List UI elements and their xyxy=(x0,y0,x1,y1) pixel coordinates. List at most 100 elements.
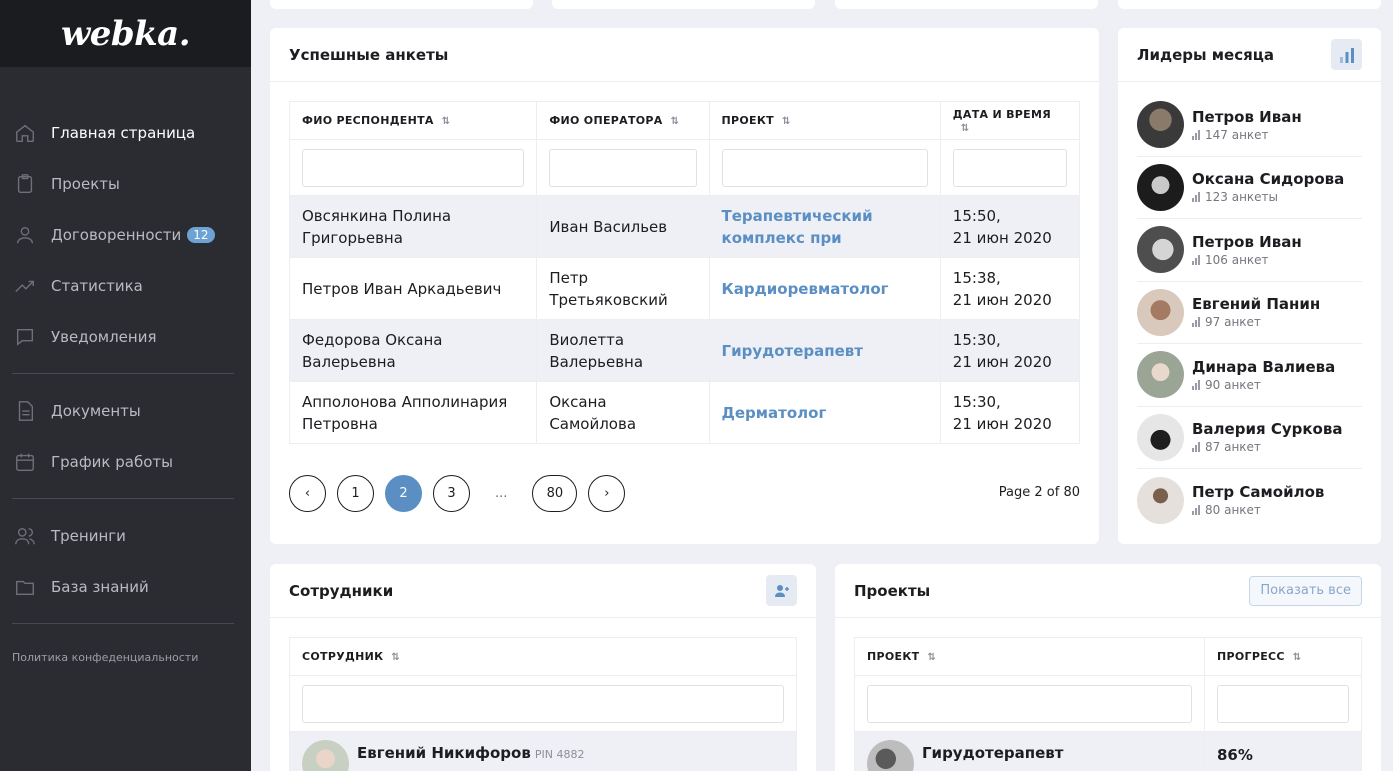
cell-time: 15:38, xyxy=(952,268,1001,287)
page-button[interactable]: 3 xyxy=(433,475,470,512)
cell-time: 15:30, xyxy=(952,330,1001,349)
sort-icon[interactable]: ⇅ xyxy=(782,116,791,127)
sort-icon[interactable]: ⇅ xyxy=(442,116,451,127)
project-link[interactable]: Дерматолог xyxy=(722,404,827,422)
pagination-ellipsis: ... xyxy=(495,486,508,501)
card-title: Успешные анкеты xyxy=(289,45,449,64)
list-item[interactable]: Евгений Панин 97 анкет xyxy=(1137,282,1362,344)
filter-project-input[interactable] xyxy=(721,148,928,187)
divider xyxy=(12,498,234,499)
logo-bar: webka. xyxy=(0,0,251,67)
sort-icon[interactable]: ⇅ xyxy=(1293,652,1302,663)
table-row[interactable]: Овсянкина Полина Григорьевна Иван Василь… xyxy=(288,195,1081,258)
column-header-operator[interactable]: ФИО ОПЕРАТОРА ⇅ xyxy=(536,101,710,140)
sidebar-item-home[interactable]: Главная страница xyxy=(0,107,251,158)
projects-table: ПРОЕКТ ⇅ ПРОГРЕСС ⇅ Гирудотерапевт 86% xyxy=(854,637,1362,771)
project-thumbnail xyxy=(867,740,914,771)
sort-icon[interactable]: ⇅ xyxy=(961,123,970,134)
project-link[interactable]: Кардиоревматолог xyxy=(722,280,889,298)
filter-respondent-input[interactable] xyxy=(302,148,525,187)
folder-icon xyxy=(14,576,36,598)
list-item[interactable]: Петр Самойлов 80 анкет xyxy=(1137,469,1362,532)
filter-progress-input[interactable] xyxy=(1217,684,1349,723)
sort-icon[interactable]: ⇅ xyxy=(927,652,936,663)
sidebar-item-projects[interactable]: Проекты xyxy=(0,158,251,209)
column-label: ПРОГРЕСС xyxy=(1217,650,1285,663)
employee-name[interactable]: Евгений Никифоров xyxy=(357,744,531,762)
table-row[interactable]: Гирудотерапевт 86% xyxy=(854,731,1362,771)
employee-pin: PIN 4882 xyxy=(534,748,585,761)
avatar xyxy=(1137,226,1184,274)
leader-count: 97 анкет xyxy=(1192,315,1320,329)
count-text: 97 анкет xyxy=(1205,315,1261,330)
bar-chart-icon xyxy=(1192,129,1200,140)
project-name[interactable]: Гирудотерапевт xyxy=(922,744,1063,762)
filter-row xyxy=(289,675,797,732)
page-button[interactable]: 80 xyxy=(532,475,578,512)
table-row[interactable]: Евгений Никифоров PIN 4882 xyxy=(289,731,797,771)
list-item[interactable]: Динара Валиева 90 анкет xyxy=(1137,344,1362,407)
chat-icon xyxy=(14,326,36,348)
column-label: ПРОЕКТ xyxy=(867,650,920,663)
user-icon xyxy=(14,224,36,246)
column-header-project[interactable]: ПРОЕКТ ⇅ xyxy=(854,637,1205,676)
list-item[interactable]: Петров Иван 147 анкет xyxy=(1137,94,1362,157)
sidebar-item-documents[interactable]: Документы xyxy=(0,385,251,436)
filter-employee-input[interactable] xyxy=(302,684,784,723)
table-row[interactable]: Апполонова Апполинария Петровна Оксана С… xyxy=(288,381,1081,444)
list-item[interactable]: Валерия Суркова 87 анкет xyxy=(1137,407,1362,469)
show-all-button[interactable]: Показать все xyxy=(1249,575,1362,606)
card-header: Лидеры месяца xyxy=(1118,28,1381,82)
avatar xyxy=(1137,288,1184,336)
column-header-employee[interactable]: СОТРУДНИК ⇅ xyxy=(289,637,797,676)
table-row[interactable]: Петров Иван Аркадьевич Петр Третьяковски… xyxy=(288,257,1081,320)
card-header: Проекты Показать все xyxy=(835,564,1381,618)
next-page-button[interactable]: › xyxy=(588,475,626,512)
project-link[interactable]: Гирудотерапевт xyxy=(722,342,863,360)
column-header-project[interactable]: ПРОЕКТ ⇅ xyxy=(708,101,941,140)
sidebar-item-schedule[interactable]: График работы xyxy=(0,436,251,487)
chart-button[interactable] xyxy=(1331,39,1362,70)
list-item[interactable]: Петров Иван 106 анкет xyxy=(1137,219,1362,282)
table-row[interactable]: Федорова Оксана Валерьевна Виолетта Вале… xyxy=(288,319,1081,382)
column-header-progress[interactable]: ПРОГРЕСС ⇅ xyxy=(1204,637,1362,676)
leader-name: Валерия Суркова xyxy=(1192,420,1343,439)
count-text: 147 анкет xyxy=(1205,127,1269,142)
leader-name: Петров Иван xyxy=(1192,232,1302,251)
add-user-icon xyxy=(774,584,789,597)
project-link[interactable]: Терапевтический комплекс при xyxy=(722,207,873,247)
list-item[interactable]: Оксана Сидорова 123 анкеты xyxy=(1137,157,1362,219)
count-text: 106 анкет xyxy=(1205,252,1269,267)
logo[interactable]: webka. xyxy=(61,14,191,54)
sidebar-item-trainings[interactable]: Тренинги xyxy=(0,510,251,561)
cell-project: Гирудотерапевт xyxy=(854,731,1205,771)
filter-operator-input[interactable] xyxy=(549,148,697,187)
sidebar-item-knowledge-base[interactable]: База знаний xyxy=(0,561,251,612)
page-button[interactable]: 1 xyxy=(337,475,374,512)
employees-table-wrap: СОТРУДНИК ⇅ Евгений Никифоров PIN 4882 xyxy=(270,618,816,771)
filter-datetime-input[interactable] xyxy=(952,148,1067,187)
filter-project-input[interactable] xyxy=(867,684,1192,723)
cell-time: 15:30, xyxy=(952,392,1001,411)
count-text: 80 анкет xyxy=(1205,503,1261,518)
document-icon xyxy=(14,400,36,422)
sidebar-item-label: Договоренности xyxy=(51,225,182,244)
leader-count: 106 анкет xyxy=(1192,253,1302,267)
avatar xyxy=(302,740,349,771)
leader-name: Динара Валиева xyxy=(1192,357,1336,376)
add-user-button[interactable] xyxy=(766,575,797,606)
sidebar-item-label: Проекты xyxy=(51,174,120,193)
sidebar-item-statistics[interactable]: Статистика xyxy=(0,260,251,311)
sidebar-item-agreements[interactable]: Договоренности 12 xyxy=(0,209,251,260)
cell-operator: Виолетта Валерьевна xyxy=(536,319,710,382)
sidebar-item-label: Уведомления xyxy=(51,327,157,346)
column-header-respondent[interactable]: ФИО РЕСПОНДЕНТА ⇅ xyxy=(288,101,538,140)
sort-icon[interactable]: ⇅ xyxy=(391,652,400,663)
privacy-link[interactable]: Политика конфеденциальности xyxy=(0,635,251,680)
cell-date: 21 июн 2020 xyxy=(952,290,1052,309)
sidebar-item-notifications[interactable]: Уведомления xyxy=(0,311,251,362)
column-header-datetime[interactable]: ДАТА И ВРЕМЯ ⇅ xyxy=(939,101,1081,140)
page-button-active[interactable]: 2 xyxy=(385,475,422,512)
prev-page-button[interactable]: ‹ xyxy=(289,475,326,512)
sort-icon[interactable]: ⇅ xyxy=(671,116,680,127)
